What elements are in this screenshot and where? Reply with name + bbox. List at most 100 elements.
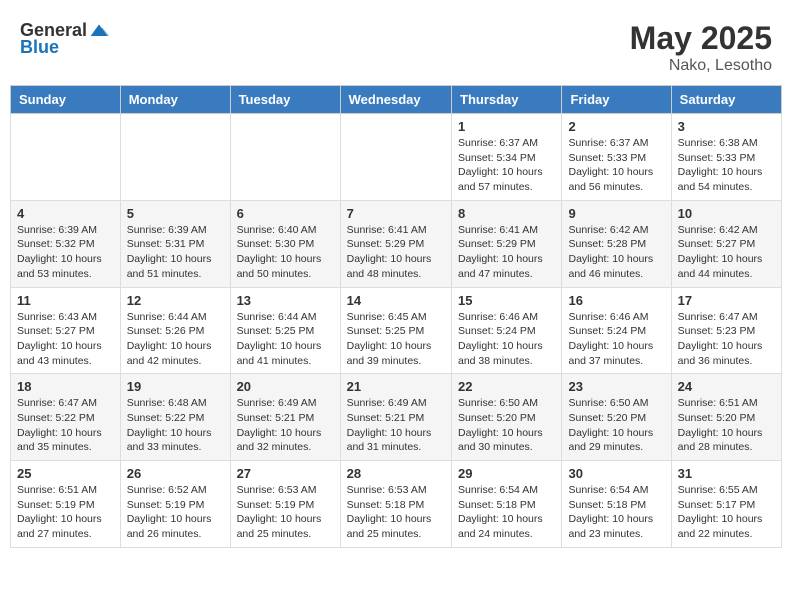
day-info: Sunrise: 6:43 AMSunset: 5:27 PMDaylight:… — [17, 310, 114, 369]
table-row: 28 Sunrise: 6:53 AMSunset: 5:18 PMDayligh… — [340, 461, 451, 548]
day-number: 13 — [237, 293, 334, 308]
table-row: 20Sunrise: 6:49 AMSunset: 5:21 PMDayligh… — [230, 374, 340, 461]
table-row: 8 Sunrise: 6:41 AMSunset: 5:29 PMDaylight… — [452, 200, 562, 287]
day-number: 7 — [347, 206, 445, 221]
logo: General Blue — [20, 20, 109, 58]
table-row: 9 Sunrise: 6:42 AMSunset: 5:28 PMDaylight… — [562, 200, 671, 287]
table-row: 23 Sunrise: 6:50 AMSunset: 5:20 PMDayligh… — [562, 374, 671, 461]
day-number: 31 — [678, 466, 775, 481]
day-number: 3 — [678, 119, 775, 134]
day-info: Sunrise: 6:39 AMSunset: 5:32 PMDaylight:… — [17, 223, 114, 282]
table-row: 16 Sunrise: 6:46 AMSunset: 5:24 PMDayligh… — [562, 287, 671, 374]
day-number: 9 — [568, 206, 664, 221]
day-number: 5 — [127, 206, 224, 221]
table-row: 3 Sunrise: 6:38 AMSunset: 5:33 PMDaylight… — [671, 114, 781, 201]
header-tuesday: Tuesday — [230, 86, 340, 114]
table-row: 4 Sunrise: 6:39 AMSunset: 5:32 PMDaylight… — [11, 200, 121, 287]
calendar-week-row: 25 Sunrise: 6:51 AMSunset: 5:19 PMDayligh… — [11, 461, 782, 548]
day-info: Sunrise: 6:54 AMSunset: 5:18 PMDaylight:… — [458, 483, 555, 542]
day-info: Sunrise: 6:38 AMSunset: 5:33 PMDaylight:… — [678, 136, 775, 195]
table-row: 26Sunrise: 6:52 AMSunset: 5:19 PMDayligh… — [120, 461, 230, 548]
header-sunday: Sunday — [11, 86, 121, 114]
table-row: 7 Sunrise: 6:41 AMSunset: 5:29 PMDaylight… — [340, 200, 451, 287]
day-number: 27 — [237, 466, 334, 481]
table-row: 14 Sunrise: 6:45 AMSunset: 5:25 PMDayligh… — [340, 287, 451, 374]
location-title: Nako, Lesotho — [630, 57, 772, 75]
day-info: Sunrise: 6:41 AMSunset: 5:29 PMDaylight:… — [347, 223, 445, 282]
logo-icon — [89, 21, 109, 41]
table-row: 10 Sunrise: 6:42 AMSunset: 5:27 PMDayligh… — [671, 200, 781, 287]
day-info: Sunrise: 6:42 AMSunset: 5:28 PMDaylight:… — [568, 223, 664, 282]
day-number: 26 — [127, 466, 224, 481]
table-row — [340, 114, 451, 201]
day-info: Sunrise: 6:45 AMSunset: 5:25 PMDaylight:… — [347, 310, 445, 369]
table-row: 31 Sunrise: 6:55 AMSunset: 5:17 PMDayligh… — [671, 461, 781, 548]
header-monday: Monday — [120, 86, 230, 114]
day-info: Sunrise: 6:47 AMSunset: 5:23 PMDaylight:… — [678, 310, 775, 369]
day-info: Sunrise: 6:54 AMSunset: 5:18 PMDaylight:… — [568, 483, 664, 542]
day-info: Sunrise: 6:53 AMSunset: 5:18 PMDaylight:… — [347, 483, 445, 542]
day-info: Sunrise: 6:51 AMSunset: 5:20 PMDaylight:… — [678, 396, 775, 455]
table-row: 2 Sunrise: 6:37 AMSunset: 5:33 PMDaylight… — [562, 114, 671, 201]
calendar-week-row: 11Sunrise: 6:43 AMSunset: 5:27 PMDayligh… — [11, 287, 782, 374]
header-wednesday: Wednesday — [340, 86, 451, 114]
calendar-week-row: 4 Sunrise: 6:39 AMSunset: 5:32 PMDaylight… — [11, 200, 782, 287]
day-number: 16 — [568, 293, 664, 308]
day-info: Sunrise: 6:42 AMSunset: 5:27 PMDaylight:… — [678, 223, 775, 282]
table-row: 19 Sunrise: 6:48 AMSunset: 5:22 PMDayligh… — [120, 374, 230, 461]
day-number: 10 — [678, 206, 775, 221]
day-info: Sunrise: 6:51 AMSunset: 5:19 PMDaylight:… — [17, 483, 114, 542]
day-number: 22 — [458, 379, 555, 394]
header-thursday: Thursday — [452, 86, 562, 114]
day-info: Sunrise: 6:48 AMSunset: 5:22 PMDaylight:… — [127, 396, 224, 455]
table-row: 5 Sunrise: 6:39 AMSunset: 5:31 PMDaylight… — [120, 200, 230, 287]
day-number: 20 — [237, 379, 334, 394]
day-info: Sunrise: 6:41 AMSunset: 5:29 PMDaylight:… — [458, 223, 555, 282]
day-number: 6 — [237, 206, 334, 221]
day-number: 15 — [458, 293, 555, 308]
day-number: 30 — [568, 466, 664, 481]
day-info: Sunrise: 6:50 AMSunset: 5:20 PMDaylight:… — [568, 396, 664, 455]
table-row: 18Sunrise: 6:47 AMSunset: 5:22 PMDayligh… — [11, 374, 121, 461]
table-row: 6Sunrise: 6:40 AMSunset: 5:30 PMDaylight… — [230, 200, 340, 287]
day-info: Sunrise: 6:44 AMSunset: 5:25 PMDaylight:… — [237, 310, 334, 369]
day-info: Sunrise: 6:37 AMSunset: 5:34 PMDaylight:… — [458, 136, 555, 195]
day-number: 25 — [17, 466, 114, 481]
day-number: 24 — [678, 379, 775, 394]
day-info: Sunrise: 6:46 AMSunset: 5:24 PMDaylight:… — [568, 310, 664, 369]
day-info: Sunrise: 6:49 AMSunset: 5:21 PMDaylight:… — [347, 396, 445, 455]
day-info: Sunrise: 6:37 AMSunset: 5:33 PMDaylight:… — [568, 136, 664, 195]
page-header: General Blue May 2025 Nako, Lesotho — [10, 10, 782, 80]
day-number: 29 — [458, 466, 555, 481]
day-number: 21 — [347, 379, 445, 394]
day-number: 23 — [568, 379, 664, 394]
day-number: 4 — [17, 206, 114, 221]
day-info: Sunrise: 6:39 AMSunset: 5:31 PMDaylight:… — [127, 223, 224, 282]
table-row — [230, 114, 340, 201]
calendar-table: Sunday Monday Tuesday Wednesday Thursday… — [10, 85, 782, 548]
table-row: 22Sunrise: 6:50 AMSunset: 5:20 PMDayligh… — [452, 374, 562, 461]
day-info: Sunrise: 6:47 AMSunset: 5:22 PMDaylight:… — [17, 396, 114, 455]
logo-blue: Blue — [20, 37, 59, 58]
day-info: Sunrise: 6:55 AMSunset: 5:17 PMDaylight:… — [678, 483, 775, 542]
table-row: 15 Sunrise: 6:46 AMSunset: 5:24 PMDayligh… — [452, 287, 562, 374]
table-row: 30 Sunrise: 6:54 AMSunset: 5:18 PMDayligh… — [562, 461, 671, 548]
day-number: 14 — [347, 293, 445, 308]
day-number: 19 — [127, 379, 224, 394]
day-number: 28 — [347, 466, 445, 481]
table-row: 29 Sunrise: 6:54 AMSunset: 5:18 PMDayligh… — [452, 461, 562, 548]
table-row: 1Sunrise: 6:37 AMSunset: 5:34 PMDaylight… — [452, 114, 562, 201]
day-number: 8 — [458, 206, 555, 221]
table-row: 11Sunrise: 6:43 AMSunset: 5:27 PMDayligh… — [11, 287, 121, 374]
day-number: 2 — [568, 119, 664, 134]
calendar-week-row: 18Sunrise: 6:47 AMSunset: 5:22 PMDayligh… — [11, 374, 782, 461]
table-row — [120, 114, 230, 201]
title-section: May 2025 Nako, Lesotho — [630, 20, 772, 75]
day-info: Sunrise: 6:46 AMSunset: 5:24 PMDaylight:… — [458, 310, 555, 369]
day-info: Sunrise: 6:53 AMSunset: 5:19 PMDaylight:… — [237, 483, 334, 542]
day-info: Sunrise: 6:44 AMSunset: 5:26 PMDaylight:… — [127, 310, 224, 369]
header-saturday: Saturday — [671, 86, 781, 114]
month-year-title: May 2025 — [630, 20, 772, 57]
calendar-week-row: 1Sunrise: 6:37 AMSunset: 5:34 PMDaylight… — [11, 114, 782, 201]
day-number: 17 — [678, 293, 775, 308]
